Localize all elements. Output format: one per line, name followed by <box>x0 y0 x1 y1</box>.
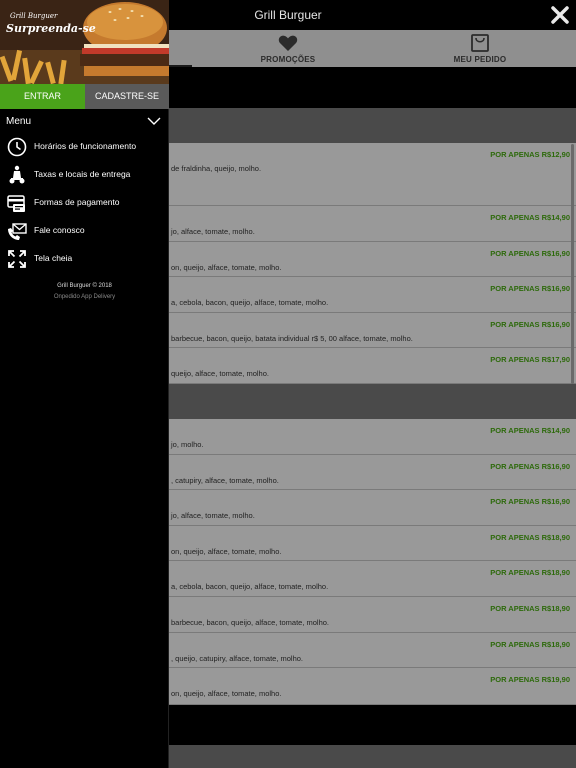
auth-buttons: ENTRAR CADASTRE-SE <box>0 84 169 109</box>
item-description: , catupiry, alface, tomate, molho. <box>171 476 279 485</box>
menu-item-label: Formas de pagamento <box>34 197 120 207</box>
item-description: on, queijo, alface, tomate, molho. <box>171 547 282 556</box>
menu-item-pagamento[interactable]: Formas de pagamento <box>0 191 169 215</box>
item-description: jo, alface, tomate, molho. <box>171 511 255 520</box>
slogan: Surpreenda-se <box>6 22 96 35</box>
menu-item-tela-cheia[interactable]: Tela cheia <box>0 247 169 271</box>
item-price: POR APENAS R$18,90 <box>490 640 570 649</box>
item-price: POR APENAS R$12,90 <box>490 150 570 159</box>
item-description: queijo, alface, tomate, molho. <box>171 369 269 378</box>
item-description: a, cebola, bacon, queijo, alface, tomate… <box>171 582 329 591</box>
item-price: POR APENAS R$17,90 <box>490 355 570 364</box>
side-drawer: Grill Burguer Surpreenda-se ENTRAR CADAS… <box>0 0 169 768</box>
item-description: a, cebola, bacon, queijo, alface, tomate… <box>171 298 329 307</box>
clock-icon <box>7 137 27 157</box>
tab-label: PROMOÇÕES <box>260 55 316 64</box>
item-price: POR APENAS R$16,90 <box>490 497 570 506</box>
item-price: POR APENAS R$18,90 <box>490 604 570 613</box>
scooter-icon <box>9 165 25 184</box>
bag-icon <box>471 34 489 52</box>
card-payment-icon <box>7 195 25 212</box>
item-price: POR APENAS R$18,90 <box>490 568 570 577</box>
item-description: barbecue, bacon, queijo, batata individu… <box>171 334 413 343</box>
tab-meu-pedido[interactable]: MEU PEDIDO <box>384 30 576 67</box>
item-description: de fraldinha, queijo, molho. <box>171 164 262 173</box>
item-description: on, queijo, alface, tomate, molho. <box>171 263 282 272</box>
tab-label: MEU PEDIDO <box>453 55 507 64</box>
app-window: Grill Burguer PROMOÇÕES MEU PEDIDO POR A… <box>0 0 576 768</box>
menu-item-label: Fale conosco <box>34 225 85 235</box>
chevron-down-icon[interactable] <box>147 116 161 126</box>
item-price: POR APENAS R$16,90 <box>490 320 570 329</box>
item-price: POR APENAS R$14,90 <box>490 426 570 435</box>
tab-promocoes[interactable]: PROMOÇÕES <box>192 30 384 67</box>
footer-copyright: Grill Burguer © 2018 <box>57 283 112 289</box>
footer-powered-by: Onpedido App Delivery <box>53 294 116 300</box>
item-description: on, queijo, alface, tomate, molho. <box>171 689 282 698</box>
fullscreen-icon <box>8 250 26 268</box>
menu-item-contato[interactable]: Fale conosco <box>0 219 169 243</box>
register-button[interactable]: CADASTRE-SE <box>85 84 169 109</box>
phone-mail-icon <box>8 223 27 240</box>
item-price: POR APENAS R$16,90 <box>490 249 570 258</box>
promo-banner: Grill Burguer Surpreenda-se <box>0 0 169 84</box>
menu-header[interactable]: Menu <box>0 112 169 132</box>
item-price: POR APENAS R$18,90 <box>490 533 570 542</box>
item-price: POR APENAS R$19,90 <box>490 675 570 684</box>
close-icon[interactable] <box>548 3 572 27</box>
item-price: POR APENAS R$14,90 <box>490 213 570 222</box>
item-price: POR APENAS R$16,90 <box>490 462 570 471</box>
menu-item-taxas[interactable]: Taxas e locais de entrega <box>0 163 169 187</box>
menu-title: Menu <box>6 116 32 127</box>
menu-item-label: Taxas e locais de entrega <box>34 169 131 179</box>
menu-item-label: Tela cheia <box>34 253 73 263</box>
scrollbar[interactable] <box>571 144 574 384</box>
item-description: jo, alface, tomate, molho. <box>171 227 255 236</box>
item-description: barbecue, bacon, queijo, alface, tomate,… <box>171 618 330 627</box>
brand-name: Grill Burguer <box>10 12 58 20</box>
heart-icon <box>278 35 298 51</box>
menu-item-horarios[interactable]: Horários de funcionamento <box>0 135 169 159</box>
login-button[interactable]: ENTRAR <box>0 84 85 109</box>
item-price: POR APENAS R$16,90 <box>490 284 570 293</box>
menu-item-label: Horários de funcionamento <box>34 141 137 151</box>
item-description: jo, molho. <box>171 440 204 449</box>
item-description: , queijo, catupiry, alface, tomate, molh… <box>171 654 304 663</box>
